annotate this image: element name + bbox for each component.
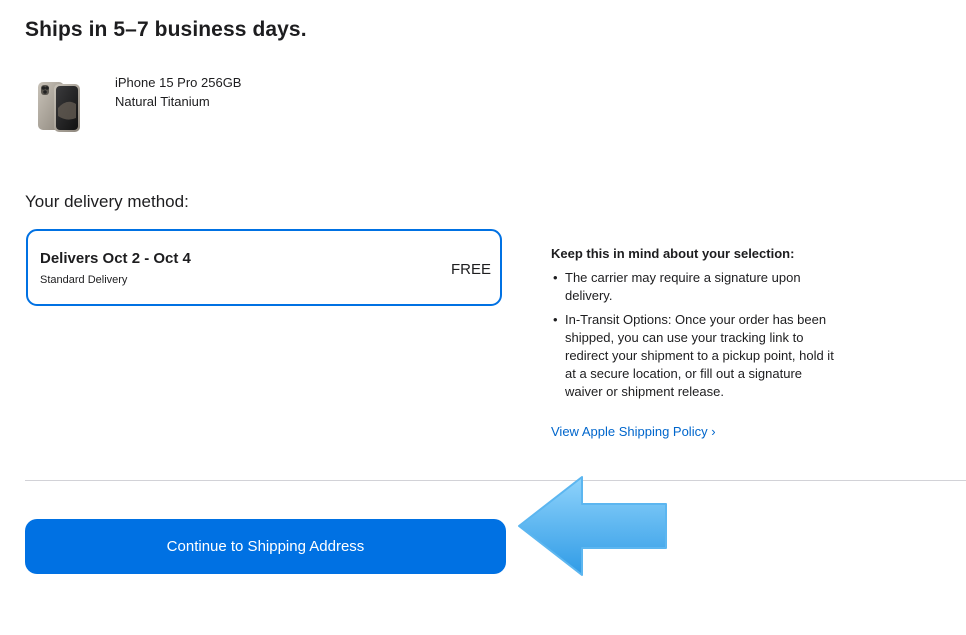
delivery-option-title: Delivers Oct 2 - Oct 4 (40, 250, 191, 267)
continue-to-shipping-address-button[interactable]: Continue to Shipping Address (25, 519, 506, 574)
product-color: Natural Titanium (115, 94, 210, 109)
blue-pointer-arrow-icon (515, 474, 670, 579)
delivery-option-standard[interactable] (26, 229, 502, 306)
delivery-option-subtitle: Standard Delivery (40, 274, 128, 286)
delivery-method-label: Your delivery method: (25, 192, 189, 211)
selection-info-title: Keep this in mind about your selection: (551, 246, 795, 261)
divider (25, 480, 966, 481)
product-name: iPhone 15 Pro 256GB (115, 75, 242, 90)
product-image (34, 78, 84, 134)
shipping-title: Ships in 5–7 business days. (25, 18, 307, 41)
delivery-option-price: FREE (451, 261, 492, 278)
list-item: The carrier may require a signature upon… (551, 269, 841, 305)
shipping-policy-link[interactable]: View Apple Shipping Policy › (551, 424, 716, 439)
list-item: In-Transit Options: Once your order has … (551, 311, 841, 401)
selection-info: Keep this in mind about your selection: … (551, 245, 841, 407)
selection-info-list: The carrier may require a signature upon… (551, 269, 841, 401)
iphone-icon (38, 82, 80, 132)
